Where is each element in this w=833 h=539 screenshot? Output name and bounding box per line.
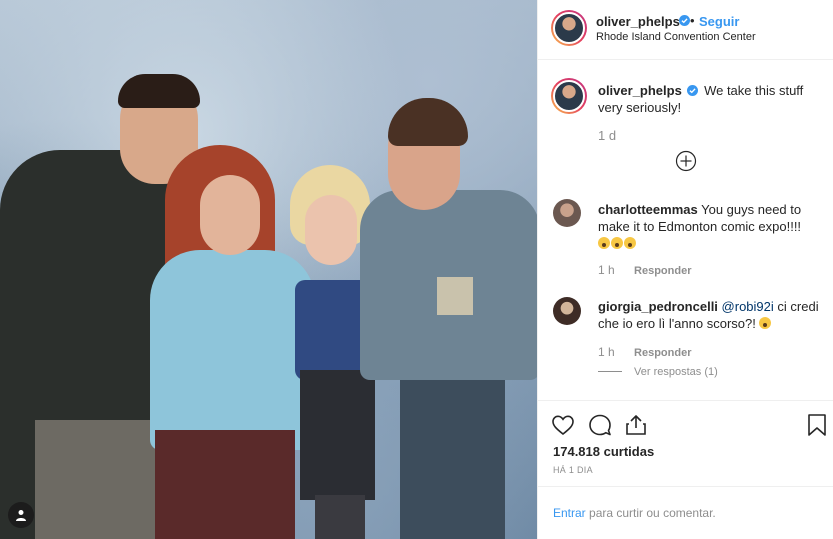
- likes-count[interactable]: 174.818 curtidas: [553, 444, 654, 459]
- view-replies-label: Ver respostas (1): [634, 366, 718, 378]
- user-tag-icon: [16, 510, 26, 521]
- person-2-legs: [155, 430, 295, 539]
- share-icon[interactable]: [624, 413, 648, 437]
- header-separator: •: [690, 13, 695, 28]
- follow-button[interactable]: Seguir: [699, 14, 739, 29]
- comment-timestamp: 1 h: [598, 263, 615, 277]
- verified-badge-icon: [679, 15, 690, 26]
- login-prompt: Entrar para curtir ou comentar.: [538, 486, 833, 539]
- person-2-body: [150, 250, 315, 450]
- login-link[interactable]: Entrar: [553, 506, 586, 520]
- person-3-skirt: [300, 370, 375, 500]
- post-header: oliver_phelps • Seguir Rhode Island Conv…: [538, 0, 833, 60]
- verified-badge-icon: [687, 85, 699, 96]
- comment-bubble-icon[interactable]: [588, 413, 612, 437]
- author-avatar[interactable]: [551, 10, 587, 46]
- caption-timestamp: 1 d: [598, 128, 617, 143]
- bookmark-icon[interactable]: [805, 413, 829, 437]
- mention-link[interactable]: @robi92i: [722, 299, 774, 314]
- person-4-pocket: [437, 277, 473, 315]
- author-username[interactable]: oliver_phelps: [596, 14, 680, 29]
- comment-avatar[interactable]: [553, 297, 581, 325]
- person-3-legs: [315, 495, 365, 539]
- post-actions: [538, 400, 833, 446]
- comment-meta: 1 h Responder: [598, 263, 692, 277]
- comment-username[interactable]: charlotteemmas: [598, 202, 698, 217]
- emoji-icon: [611, 237, 623, 249]
- person-1-hair: [118, 74, 200, 108]
- emoji-icon: [598, 237, 610, 249]
- location-link[interactable]: Rhode Island Convention Center: [596, 31, 756, 43]
- post-date[interactable]: HÁ 1 DIA: [553, 465, 593, 475]
- comment-item: charlotteemmas You guys need to make it …: [598, 201, 820, 252]
- reply-button[interactable]: Responder: [634, 265, 691, 277]
- comment-timestamp: 1 h: [598, 345, 615, 359]
- post-caption: oliver_phelps We take this stuff very se…: [598, 82, 818, 116]
- login-prompt-rest: para curtir ou comentar.: [589, 506, 716, 520]
- emoji-icon: [759, 317, 772, 329]
- caption-username[interactable]: oliver_phelps: [598, 83, 682, 98]
- emoji-icon: [624, 237, 636, 249]
- plus-circle-icon[interactable]: [675, 150, 697, 172]
- post-sidebar: oliver_phelps • Seguir Rhode Island Conv…: [537, 0, 833, 539]
- person-4-hair: [388, 98, 468, 146]
- person-4-legs: [400, 370, 505, 539]
- user-tag-button[interactable]: [8, 502, 34, 528]
- heart-icon[interactable]: [551, 413, 575, 437]
- comment-avatar[interactable]: [553, 199, 581, 227]
- comment-username[interactable]: giorgia_pedroncelli: [598, 299, 718, 314]
- comment-item: giorgia_pedroncelli @robi92i ci credi ch…: [598, 298, 820, 332]
- login-prompt-text: Entrar para curtir ou comentar.: [553, 506, 716, 520]
- post-photo[interactable]: [0, 0, 537, 539]
- reply-button[interactable]: Responder: [634, 347, 691, 359]
- person-3-head: [305, 195, 357, 265]
- caption-author-avatar[interactable]: [551, 78, 587, 114]
- person-2-head: [200, 175, 260, 255]
- view-replies-button[interactable]: Ver respostas (1): [598, 366, 718, 378]
- comment-meta: 1 h Responder: [598, 345, 692, 359]
- replies-divider: [598, 371, 622, 372]
